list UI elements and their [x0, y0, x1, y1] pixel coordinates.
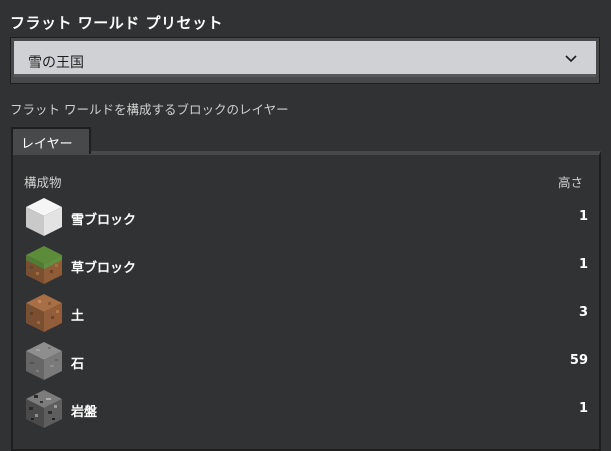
layer-height: 3: [578, 305, 588, 320]
tab-layers-label: レイヤー: [21, 137, 73, 152]
layer-name: 岩盤: [71, 405, 98, 420]
layer-height: 59: [569, 353, 588, 368]
dirt-block-icon: [26, 294, 62, 332]
snow-block-icon: [26, 198, 62, 236]
layer-height: 1: [578, 209, 588, 224]
layer-name: 土: [71, 309, 85, 324]
preset-dropdown[interactable]: 雪の王国: [10, 37, 600, 84]
layer-name: 草ブロック: [71, 261, 137, 276]
preset-title: フラット ワールド プリセット: [10, 14, 223, 32]
layers-description: フラット ワールドを構成するブロックのレイヤー: [10, 102, 289, 117]
stone-block-icon: [26, 342, 62, 380]
layer-name: 石: [71, 357, 85, 372]
grass-block-icon: [26, 246, 62, 284]
layer-height: 1: [578, 401, 588, 416]
layer-name: 雪ブロック: [71, 213, 137, 228]
chevron-down-icon: [565, 55, 577, 63]
tab-layers[interactable]: レイヤー: [11, 127, 91, 154]
column-header-composition: 構成物: [24, 175, 62, 190]
layer-row[interactable]: 土 3: [22, 292, 592, 336]
layer-row[interactable]: 草ブロック 1: [22, 244, 592, 288]
layer-row[interactable]: 岩盤 1: [22, 388, 592, 432]
layer-row[interactable]: 雪ブロック 1: [22, 196, 592, 240]
bedrock-block-icon: [26, 390, 62, 428]
preset-dropdown-face[interactable]: 雪の王国: [14, 41, 596, 77]
layer-row[interactable]: 石 59: [22, 340, 592, 384]
layer-height: 1: [578, 257, 588, 272]
column-header-height: 高さ: [557, 175, 583, 190]
preset-dropdown-value: 雪の王国: [28, 55, 84, 71]
